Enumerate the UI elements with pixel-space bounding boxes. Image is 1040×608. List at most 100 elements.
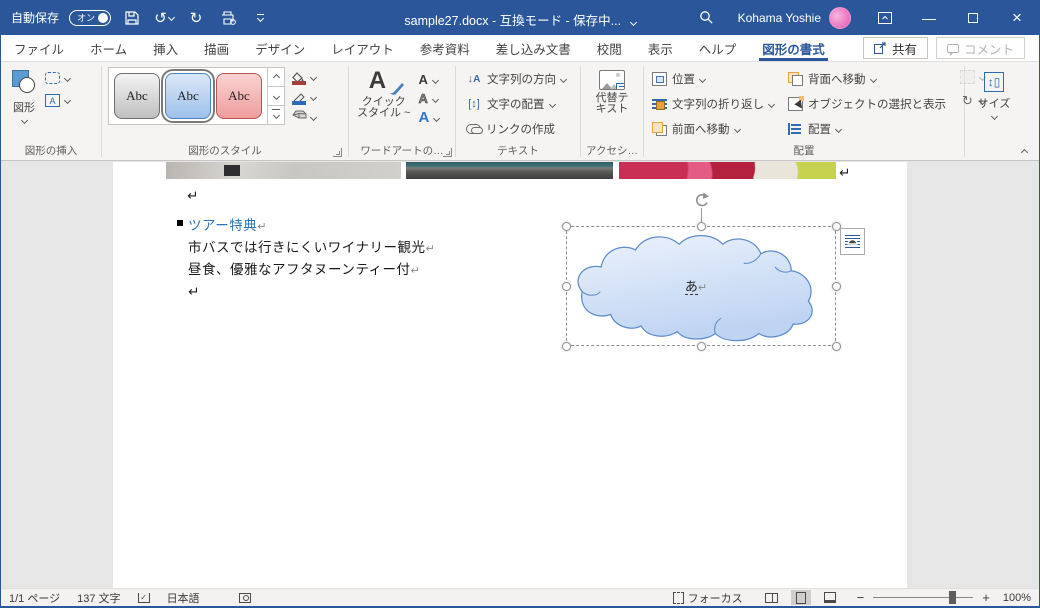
- zoom-out-button[interactable]: −: [857, 590, 865, 605]
- print-icon[interactable]: [217, 7, 239, 29]
- focus-label: フォーカス: [687, 592, 743, 605]
- dialog-launcher-icon[interactable]: [443, 148, 452, 157]
- undo-button[interactable]: ↺: [153, 7, 175, 29]
- zoom-level[interactable]: 100%: [1003, 592, 1031, 604]
- resize-handle-s[interactable]: [697, 342, 706, 351]
- group-label: 配置: [793, 145, 815, 157]
- tab-draw[interactable]: 描画: [191, 35, 242, 61]
- doc-line-1[interactable]: 市バスでは行きにくいワイナリー観光↵: [188, 236, 435, 256]
- comments-button[interactable]: コメント: [935, 37, 1025, 59]
- create-link-button[interactable]: リンクの作成: [466, 118, 580, 140]
- wrap-text-button[interactable]: 文字列の折り返し: [652, 93, 776, 115]
- document-area[interactable]: ↵ ↵ ツアー特典↵ 市バスでは行きにくいワイナリー観光↵ 昼食、優雅なアフタヌ…: [1, 162, 1039, 588]
- cloud-shape-selection[interactable]: あ↵: [561, 192, 851, 362]
- read-mode-button[interactable]: [762, 590, 782, 605]
- tab-file[interactable]: ファイル: [1, 35, 77, 61]
- size-button[interactable]: ↕▯ サイズ: [965, 66, 1023, 121]
- shapes-button[interactable]: 図形: [11, 64, 37, 125]
- create-link-label: リンクの作成: [486, 124, 555, 136]
- tab-mailings[interactable]: 差し込み文書: [483, 35, 584, 61]
- layout-options-button[interactable]: [840, 228, 865, 255]
- shape-style-3[interactable]: Abc: [216, 73, 262, 119]
- text-direction-label: 文字列の方向: [487, 74, 556, 86]
- customize-qat-icon[interactable]: [249, 7, 271, 29]
- language-indicator[interactable]: 日本語: [167, 590, 200, 606]
- shapes-label: 図形: [13, 102, 35, 114]
- close-button[interactable]: ×: [995, 0, 1039, 35]
- redo-button[interactable]: ↻: [185, 7, 207, 29]
- shape-style-1[interactable]: Abc: [114, 73, 160, 119]
- zoom-slider-thumb[interactable]: [949, 591, 957, 604]
- tab-insert[interactable]: 挿入: [140, 35, 191, 61]
- resize-handle-sw[interactable]: [562, 342, 571, 351]
- account-area[interactable]: Kohama Yoshie: [726, 0, 863, 35]
- send-backward-button[interactable]: 背面へ移動: [788, 68, 946, 90]
- rotate-handle-icon[interactable]: [693, 192, 710, 209]
- doc-heading[interactable]: ツアー特典↵: [188, 214, 267, 234]
- text-direction-button[interactable]: ↓A 文字列の方向: [466, 68, 580, 90]
- tab-help[interactable]: ヘルプ: [686, 35, 750, 61]
- tab-layout[interactable]: レイアウト: [318, 35, 407, 61]
- ribbon-display-options-icon[interactable]: [863, 0, 907, 35]
- document-title-text[interactable]: sample27.docx - 互換モード - 保存中...: [404, 14, 621, 28]
- bring-forward-icon: [652, 122, 667, 136]
- alt-text-button[interactable]: 代替テ キスト: [581, 64, 643, 115]
- photo-fountain[interactable]: [406, 162, 613, 179]
- web-layout-button[interactable]: [820, 590, 840, 605]
- shape-fill-button[interactable]: [292, 68, 318, 86]
- bring-forward-button[interactable]: 前面へ移動: [652, 118, 774, 140]
- photo-street[interactable]: [166, 162, 401, 179]
- proofing-icon[interactable]: ✓: [137, 592, 150, 603]
- resize-handle-n[interactable]: [697, 222, 706, 231]
- text-fill-icon: A: [418, 71, 428, 87]
- page-indicator[interactable]: 1/1 ページ: [9, 590, 60, 606]
- resize-handle-e[interactable]: [832, 282, 841, 291]
- maximize-button[interactable]: [951, 0, 995, 35]
- resize-handle-se[interactable]: [832, 342, 841, 351]
- char-count[interactable]: 137 文字: [77, 590, 120, 606]
- text-outline-icon: A: [418, 90, 428, 106]
- tab-view[interactable]: 表示: [635, 35, 686, 61]
- avatar[interactable]: [829, 6, 851, 29]
- doc-line-2[interactable]: 昼食、優雅なアフタヌーンティー付↵: [188, 258, 420, 278]
- autosave-toggle[interactable]: オン: [69, 9, 112, 26]
- edit-shape-button[interactable]: [45, 72, 72, 84]
- document-page[interactable]: ↵ ↵ ツアー特典↵ 市バスでは行きにくいワイナリー観光↵ 昼食、優雅なアフタヌ…: [113, 162, 907, 588]
- tab-home[interactable]: ホーム: [77, 35, 140, 61]
- minimize-button[interactable]: —: [907, 0, 951, 35]
- align-button[interactable]: 配置: [788, 118, 946, 140]
- cloud-text[interactable]: あ↵: [651, 276, 741, 295]
- align-text-button[interactable]: [↕] 文字の配置: [466, 93, 580, 115]
- tab-references[interactable]: 参考資料: [407, 35, 483, 61]
- zoom-slider[interactable]: [873, 591, 974, 604]
- macro-record-icon[interactable]: [238, 592, 251, 603]
- shape-outline-button[interactable]: [292, 88, 318, 106]
- zoom-in-button[interactable]: +: [982, 590, 990, 605]
- gallery-up-icon[interactable]: [268, 68, 284, 86]
- text-outline-button[interactable]: A: [418, 90, 439, 108]
- gallery-more-icon[interactable]: [268, 105, 284, 124]
- resize-handle-nw[interactable]: [562, 222, 571, 231]
- print-layout-button[interactable]: [790, 590, 811, 605]
- tab-shape-format[interactable]: 図形の書式: [749, 35, 838, 61]
- shape-style-2-selected[interactable]: Abc: [161, 69, 215, 123]
- selection-pane-button[interactable]: オブジェクトの選択と表示: [788, 93, 946, 115]
- resize-handle-w[interactable]: [562, 282, 571, 291]
- tab-review[interactable]: 校閲: [584, 35, 635, 61]
- focus-mode-button[interactable]: フォーカス: [672, 590, 743, 606]
- text-box-button[interactable]: A: [45, 94, 72, 107]
- share-button[interactable]: 共有: [862, 37, 928, 59]
- save-icon[interactable]: [121, 7, 143, 29]
- title-dropdown-icon[interactable]: [629, 18, 637, 27]
- tab-design[interactable]: デザイン: [242, 35, 318, 61]
- position-button[interactable]: 位置: [652, 68, 774, 90]
- text-effects-button[interactable]: A: [418, 109, 441, 127]
- text-fill-button[interactable]: A: [418, 71, 439, 89]
- search-button[interactable]: [687, 0, 726, 35]
- dialog-launcher-icon[interactable]: [333, 148, 342, 157]
- gallery-down-icon[interactable]: [268, 86, 284, 105]
- shape-effects-button[interactable]: [292, 108, 318, 126]
- photo-flowers[interactable]: [619, 162, 836, 179]
- bring-forward-label: 前面へ移動: [672, 124, 730, 136]
- quick-styles-button[interactable]: A クイック スタイル ~: [357, 66, 410, 127]
